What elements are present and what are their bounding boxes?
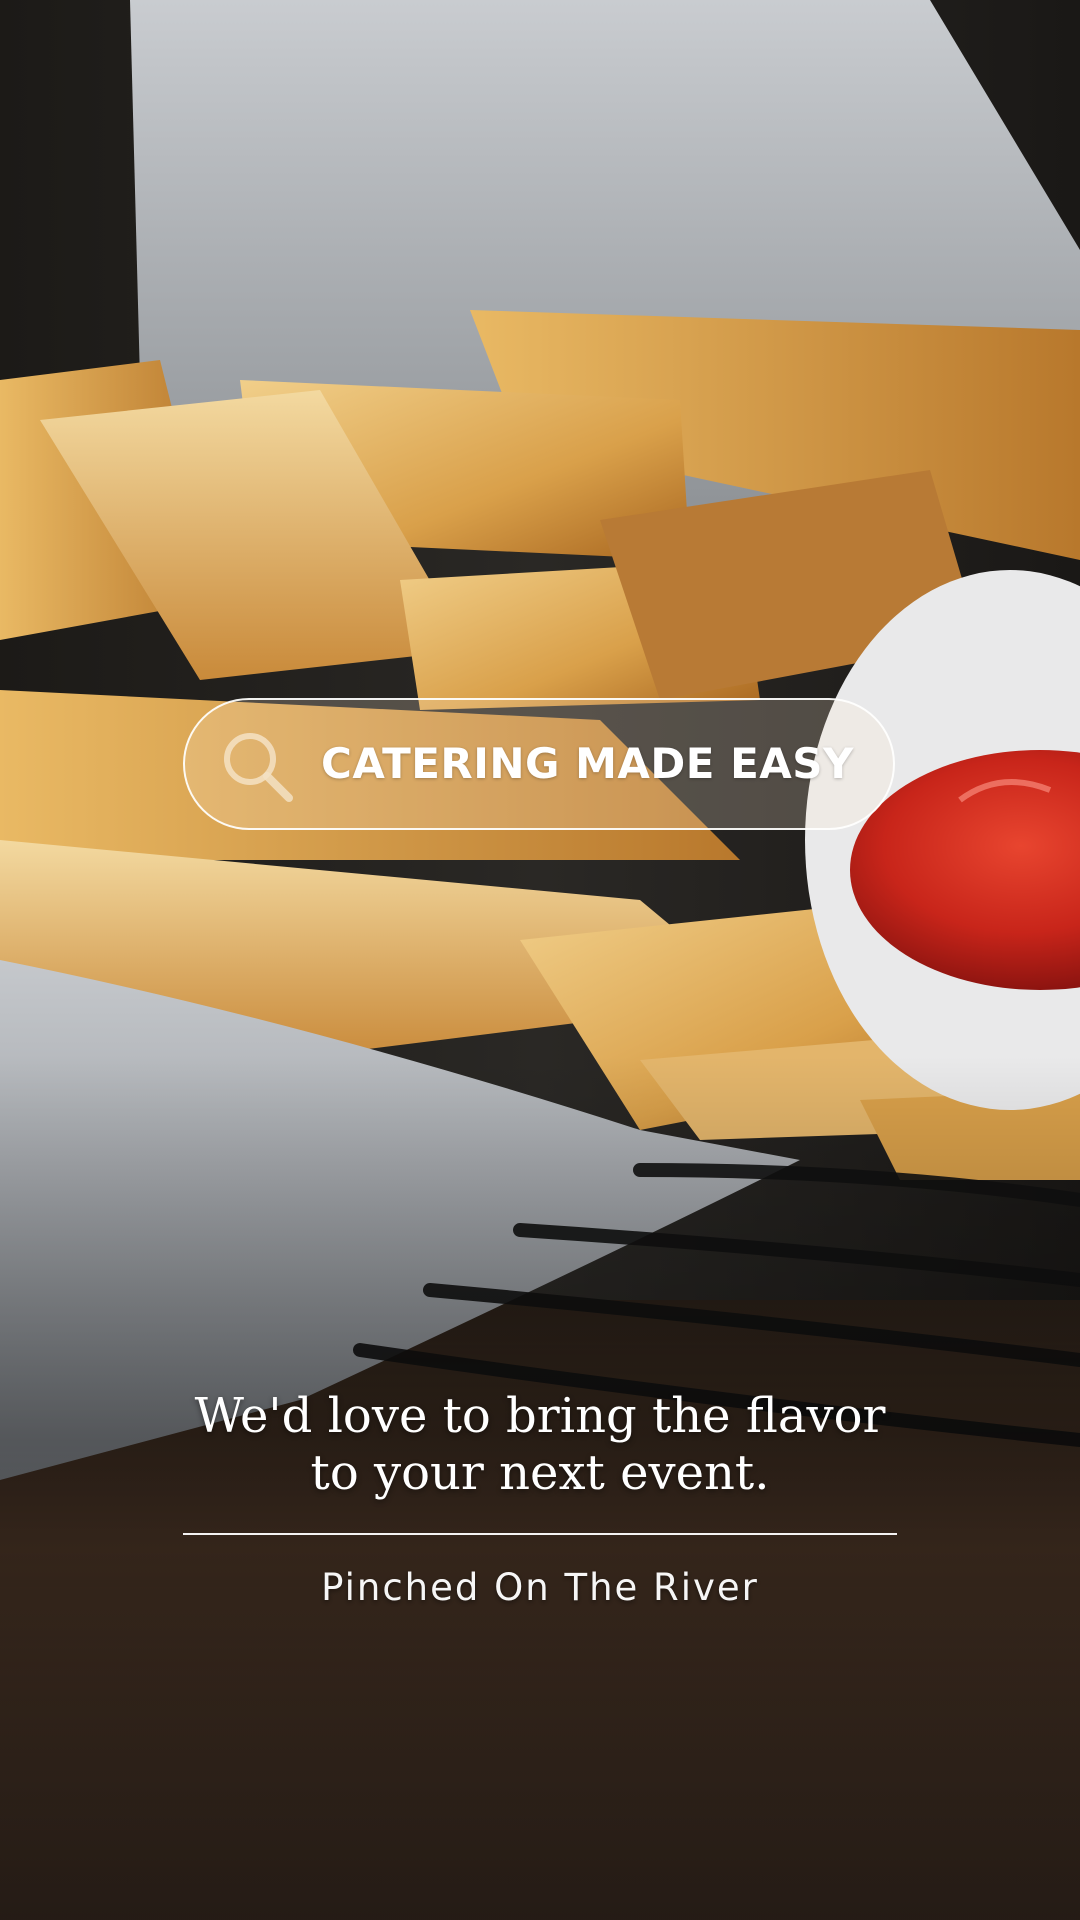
divider (183, 1533, 897, 1535)
headline-line-2: to your next event. (310, 1445, 770, 1501)
background-photo (0, 0, 1080, 1920)
headline: We'd love to bring the flavor to your ne… (120, 1388, 960, 1502)
search-bar[interactable]: CATERING MADE EASY (183, 698, 895, 830)
story-canvas: CATERING MADE EASY We'd love to bring th… (0, 0, 1080, 1920)
headline-line-1: We'd love to bring the flavor (194, 1388, 886, 1444)
search-icon (224, 733, 293, 802)
search-bar-text: CATERING MADE EASY (321, 739, 854, 788)
brand-tagline: Pinched On The River (321, 1566, 759, 1609)
